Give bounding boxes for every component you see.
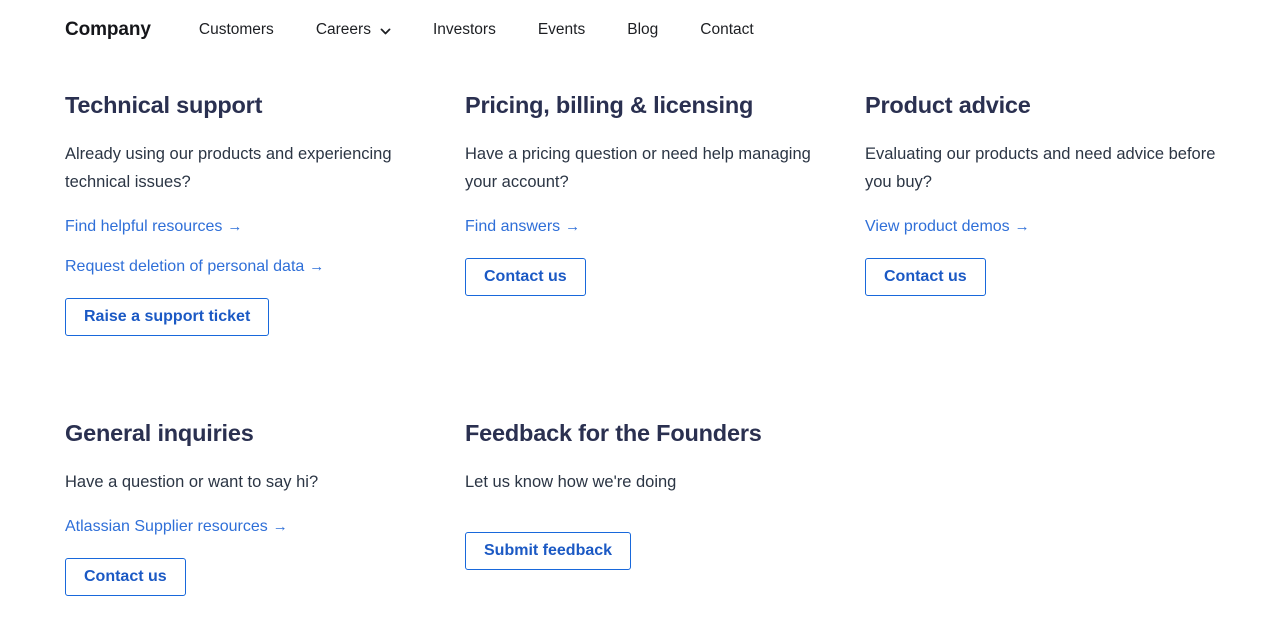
card-description: Have a pricing question or need help man…: [465, 145, 811, 191]
arrow-right-icon: →: [1014, 218, 1030, 235]
arrow-right-icon: →: [272, 518, 288, 535]
primary-navigation: Company Customers Careers Investors Even…: [65, 17, 775, 43]
card-description: Evaluating our products and need advice …: [865, 145, 1216, 191]
nav-item-events[interactable]: Events: [517, 17, 606, 43]
nav-item-customers[interactable]: Customers: [199, 17, 295, 43]
link-row: Find helpful resources →: [65, 216, 435, 256]
nav-list: Customers Careers Investors Events Blog …: [199, 17, 775, 43]
nav-item-label: Events: [537, 21, 586, 38]
card-link-label: Find helpful resources: [65, 218, 223, 235]
card-link-label: Find answers: [465, 218, 561, 235]
nav-item-blog[interactable]: Blog: [606, 17, 679, 43]
card-empty-slot: [865, 360, 1265, 620]
arrow-right-icon: →: [309, 258, 325, 275]
card-product-advice: Product advice Evaluating our products a…: [865, 90, 1265, 360]
raise-a-support-ticket-button[interactable]: Raise a support ticket: [65, 298, 270, 336]
link-row: Request deletion of personal data →: [65, 256, 435, 296]
contact-us-button-product-advice[interactable]: Contact us: [865, 258, 986, 296]
contact-options-grid: Technical support Already using our prod…: [65, 90, 1286, 620]
chevron-down-icon: [380, 26, 391, 37]
nav-item-investors[interactable]: Investors: [412, 17, 517, 43]
link-row: View product demos →: [865, 216, 1235, 256]
nav-item-label: Customers: [198, 21, 274, 38]
submit-feedback-button[interactable]: Submit feedback: [465, 532, 632, 570]
link-row: Atlassian Supplier resources →: [65, 516, 435, 556]
card-link-find-helpful-resources[interactable]: Find helpful resources →: [65, 216, 242, 238]
arrow-right-icon: →: [565, 218, 581, 235]
card-link-request-deletion-of-personal-data[interactable]: Request deletion of personal data →: [65, 256, 324, 278]
card-description: Have a question or want to say hi?: [65, 473, 319, 491]
card-link-atlassian-supplier-resources[interactable]: Atlassian Supplier resources →: [65, 516, 288, 538]
card-description: Already using our products and experienc…: [65, 145, 392, 191]
page-root: Company Customers Careers Investors Even…: [0, 0, 1286, 596]
card-general-inquiries: General inquiries Have a question or wan…: [65, 360, 465, 620]
card-link-find-answers[interactable]: Find answers →: [465, 216, 580, 238]
link-row: Find answers →: [465, 216, 835, 256]
contact-us-button-general-inquiries[interactable]: Contact us: [65, 558, 186, 596]
card-title: Product advice: [865, 92, 1031, 118]
card-link-view-product-demos[interactable]: View product demos →: [865, 216, 1030, 238]
brand-logo[interactable]: Company: [65, 17, 151, 43]
nav-item-contact[interactable]: Contact: [679, 17, 774, 43]
contact-us-button-pricing[interactable]: Contact us: [465, 258, 586, 296]
arrow-right-icon: →: [227, 218, 243, 235]
nav-item-careers[interactable]: Careers: [295, 17, 412, 43]
card-link-label: Request deletion of personal data: [65, 258, 305, 275]
card-pricing-billing-licensing: Pricing, billing & licensing Have a pric…: [465, 90, 865, 360]
nav-item-label: Investors: [432, 21, 496, 38]
nav-item-label: Careers: [315, 21, 371, 38]
card-feedback-for-the-founders: Feedback for the Founders Let us know ho…: [465, 360, 865, 620]
card-description: Let us know how we're doing: [465, 473, 677, 491]
card-title: General inquiries: [65, 420, 254, 446]
nav-item-label: Contact: [700, 21, 754, 38]
card-title: Feedback for the Founders: [465, 420, 762, 446]
card-technical-support: Technical support Already using our prod…: [65, 90, 465, 360]
site-header: Company Customers Careers Investors Even…: [0, 0, 1286, 62]
nav-item-label: Blog: [627, 21, 659, 38]
card-link-label: View product demos: [865, 218, 1010, 235]
card-title: Technical support: [65, 92, 263, 118]
card-link-label: Atlassian Supplier resources: [65, 518, 268, 535]
main-content: Technical support Already using our prod…: [0, 62, 1286, 620]
card-title: Pricing, billing & licensing: [465, 92, 754, 118]
